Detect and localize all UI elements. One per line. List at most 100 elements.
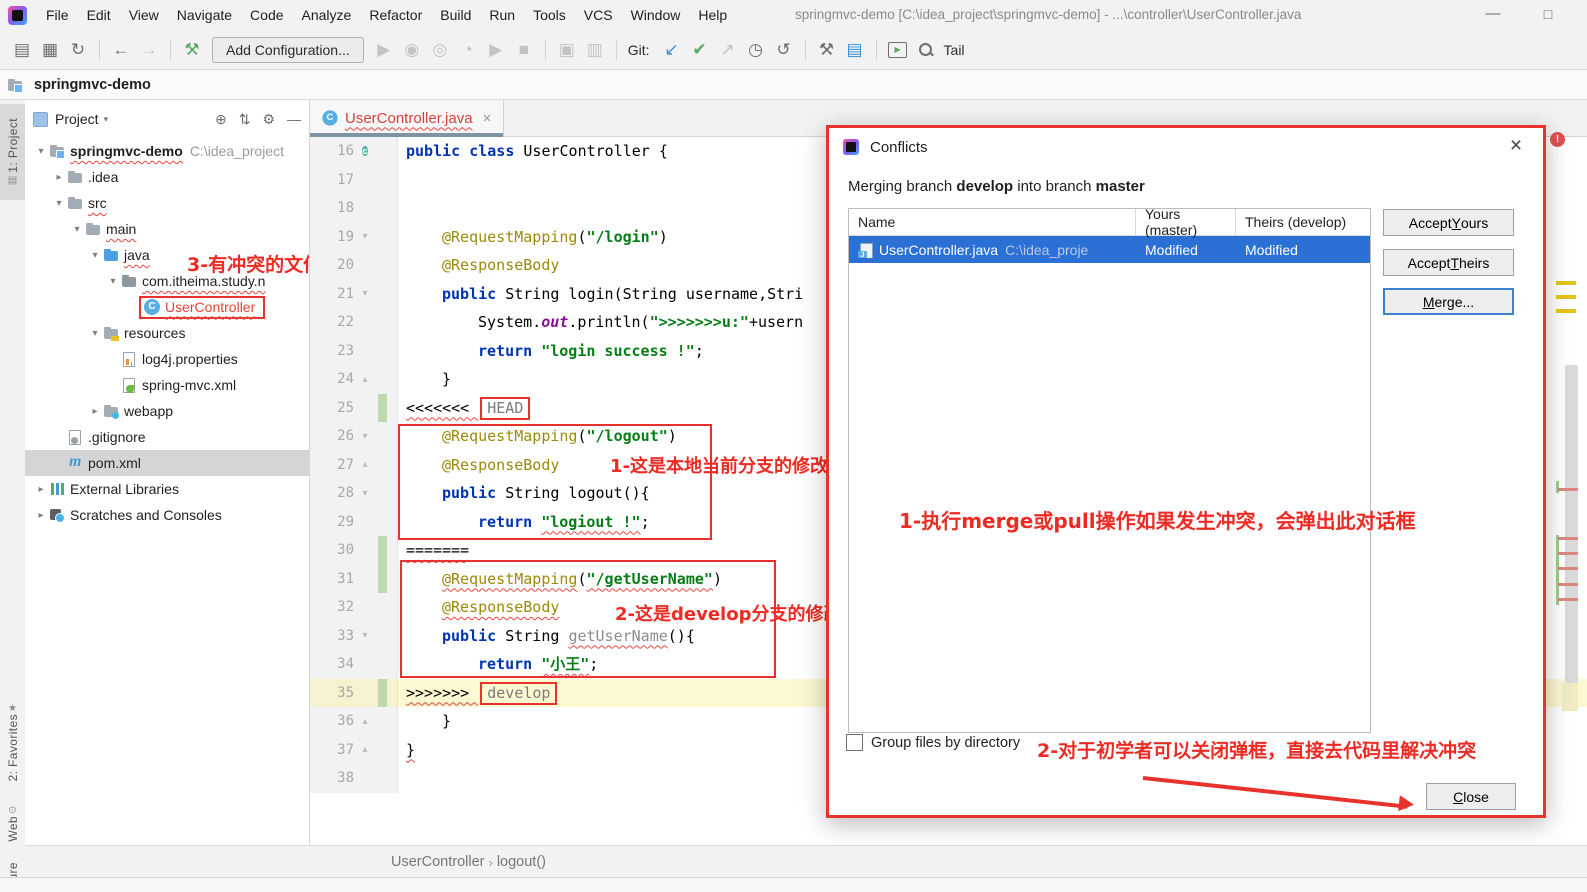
update-running-app-icon[interactable]: ▣ <box>553 37 581 63</box>
locate-icon[interactable]: ⊕ <box>215 111 227 128</box>
column-yours[interactable]: Yours (master) <box>1136 206 1236 238</box>
tab-usercontroller[interactable]: UserController.java × <box>310 100 505 137</box>
tree-item-log4j-properties[interactable]: log4j.properties <box>25 346 309 372</box>
tree-item-src[interactable]: ▾ src <box>25 190 309 216</box>
fold-marker-icon[interactable]: ▴ <box>354 716 376 727</box>
tree-item-resources[interactable]: ▾ resources <box>25 320 309 346</box>
tool-tab-project[interactable]: 1: Project ▤ <box>0 104 25 200</box>
build-project-icon[interactable]: ⚒ <box>178 37 206 63</box>
fold-marker-icon[interactable]: ▴ <box>354 374 376 385</box>
tree-item-usercontroller[interactable]: UserController <box>25 294 309 320</box>
error-stripe-mark[interactable] <box>1558 552 1578 555</box>
tree-item-springmvc-demo[interactable]: ▾ springmvc-demo C:\idea_project <box>25 138 309 164</box>
project-breadcrumb[interactable]: springmvc-demo <box>34 77 151 93</box>
tool-tab-favorites[interactable]: ★ 2: Favorites <box>0 700 25 782</box>
chevron-right-icon[interactable]: ▸ <box>33 510 49 521</box>
profiler-icon[interactable]: ◔ <box>454 37 482 63</box>
added-lines-stripe-mark[interactable] <box>1556 535 1559 605</box>
add-configuration-button[interactable]: Add Configuration... <box>212 36 364 63</box>
menu-refactor[interactable]: Refactor <box>360 7 431 23</box>
chevron-down-icon[interactable]: ▾ <box>69 224 85 235</box>
column-name[interactable]: Name <box>849 209 1136 235</box>
minimize-button[interactable]: — <box>1473 0 1513 30</box>
hide-panel-icon[interactable]: — <box>287 111 301 127</box>
git-history-icon[interactable]: ◷ <box>742 37 770 63</box>
debug-icon[interactable]: ◉ <box>398 37 426 63</box>
chevron-down-icon[interactable]: ▾ <box>87 328 103 339</box>
menu-code[interactable]: Code <box>241 7 292 23</box>
git-update-icon[interactable]: ↙ <box>658 37 686 63</box>
run-tool-icon[interactable]: ▶ <box>482 37 510 63</box>
menu-help[interactable]: Help <box>689 7 736 23</box>
chevron-right-icon[interactable]: ▸ <box>33 484 49 495</box>
tree-item-scratches-and-consoles[interactable]: ▸ Scratches and Consoles <box>25 502 309 528</box>
tab-close-icon[interactable]: × <box>483 110 492 127</box>
project-view-selector[interactable]: Project <box>55 111 99 127</box>
warning-stripe-mark[interactable] <box>1556 281 1576 285</box>
fold-marker-icon[interactable]: ▴ <box>354 459 376 470</box>
class-run-icon[interactable]: c <box>354 145 376 158</box>
table-row[interactable]: UserController.java C:\idea_proje Modifi… <box>849 236 1370 263</box>
group-files-checkbox[interactable]: Group files by directory <box>846 734 1020 751</box>
error-stripe-mark[interactable] <box>1558 598 1578 601</box>
breadcrumb-class[interactable]: UserController <box>391 854 484 870</box>
chevron-down-icon[interactable]: ▾ <box>87 250 103 261</box>
error-stripe-mark[interactable] <box>1558 537 1578 540</box>
highlighted-line-stripe-mark[interactable] <box>1562 683 1578 711</box>
tree-item-main[interactable]: ▾ main <box>25 216 309 242</box>
back-icon[interactable]: ← <box>107 37 135 63</box>
tree-item--idea[interactable]: ▸ .idea <box>25 164 309 190</box>
menu-view[interactable]: View <box>120 7 168 23</box>
chevron-down-icon[interactable]: ▾ <box>33 146 49 157</box>
warning-stripe-mark[interactable] <box>1556 295 1576 299</box>
run-icon[interactable]: ▶ <box>370 37 398 63</box>
local-changes-icon[interactable]: ▤ <box>841 37 869 63</box>
menu-window[interactable]: Window <box>622 7 690 23</box>
deploy-icon[interactable]: ▥ <box>581 37 609 63</box>
fold-marker-icon[interactable]: ▾ <box>354 431 376 442</box>
menu-tools[interactable]: Tools <box>524 7 575 23</box>
error-stripe-mark[interactable] <box>1558 567 1578 570</box>
breadcrumb-method[interactable]: logout() <box>497 854 546 870</box>
tree-item-spring-mvc-xml[interactable]: spring-mvc.xml <box>25 372 309 398</box>
dialog-close-icon[interactable]: × <box>1503 134 1529 158</box>
search-everywhere-icon[interactable] <box>912 37 940 63</box>
stop-icon[interactable]: ■ <box>510 37 538 63</box>
menu-vcs[interactable]: VCS <box>575 7 622 23</box>
tree-item-pom-xml[interactable]: pom.xml <box>25 450 309 476</box>
settings-gear-icon[interactable]: ⚙ <box>262 111 275 128</box>
added-lines-stripe-mark[interactable] <box>1556 481 1559 493</box>
checkbox-box-icon[interactable] <box>846 734 863 751</box>
synchronize-icon[interactable]: ↻ <box>64 37 92 63</box>
fold-marker-icon[interactable]: ▴ <box>354 744 376 755</box>
coverage-icon[interactable]: ◎ <box>426 37 454 63</box>
fold-marker-icon[interactable]: ▾ <box>354 231 376 242</box>
accept-theirs-button[interactable]: Accept Theirs <box>1383 249 1514 276</box>
menu-analyze[interactable]: Analyze <box>293 7 361 23</box>
chevron-down-icon[interactable]: ▾ <box>51 198 67 209</box>
git-push-icon[interactable]: ↗ <box>714 37 742 63</box>
fold-marker-icon[interactable]: ▾ <box>354 630 376 641</box>
editor-scrollbar-thumb[interactable] <box>1565 365 1578 700</box>
chevron-right-icon[interactable]: ▸ <box>87 406 103 417</box>
collapse-all-icon[interactable]: ⇅ <box>239 111 251 128</box>
fold-marker-icon[interactable]: ▾ <box>354 488 376 499</box>
fold-marker-icon[interactable]: ▾ <box>354 288 376 299</box>
menu-build[interactable]: Build <box>431 7 480 23</box>
forward-icon[interactable]: → <box>135 37 163 63</box>
git-rollback-icon[interactable]: ↺ <box>770 37 798 63</box>
menu-file[interactable]: File <box>37 7 78 23</box>
menu-run[interactable]: Run <box>480 7 524 23</box>
open-project-icon[interactable]: ▤ <box>8 37 36 63</box>
chevron-down-icon[interactable]: ▾ <box>105 276 121 287</box>
terminal-icon[interactable]: ▶ <box>884 37 912 63</box>
git-commit-icon[interactable]: ✔ <box>686 37 714 63</box>
maximize-button[interactable]: □ <box>1528 0 1568 30</box>
warning-stripe-mark[interactable] <box>1556 309 1576 313</box>
merge--button[interactable]: Merge... <box>1383 288 1514 315</box>
tree-item-external-libraries[interactable]: ▸ External Libraries <box>25 476 309 502</box>
tool-tab-web[interactable]: ⊙ Web <box>0 802 25 842</box>
menu-edit[interactable]: Edit <box>78 7 120 23</box>
tree-item-webapp[interactable]: ▸ webapp <box>25 398 309 424</box>
chevron-right-icon[interactable]: ▸ <box>51 172 67 183</box>
